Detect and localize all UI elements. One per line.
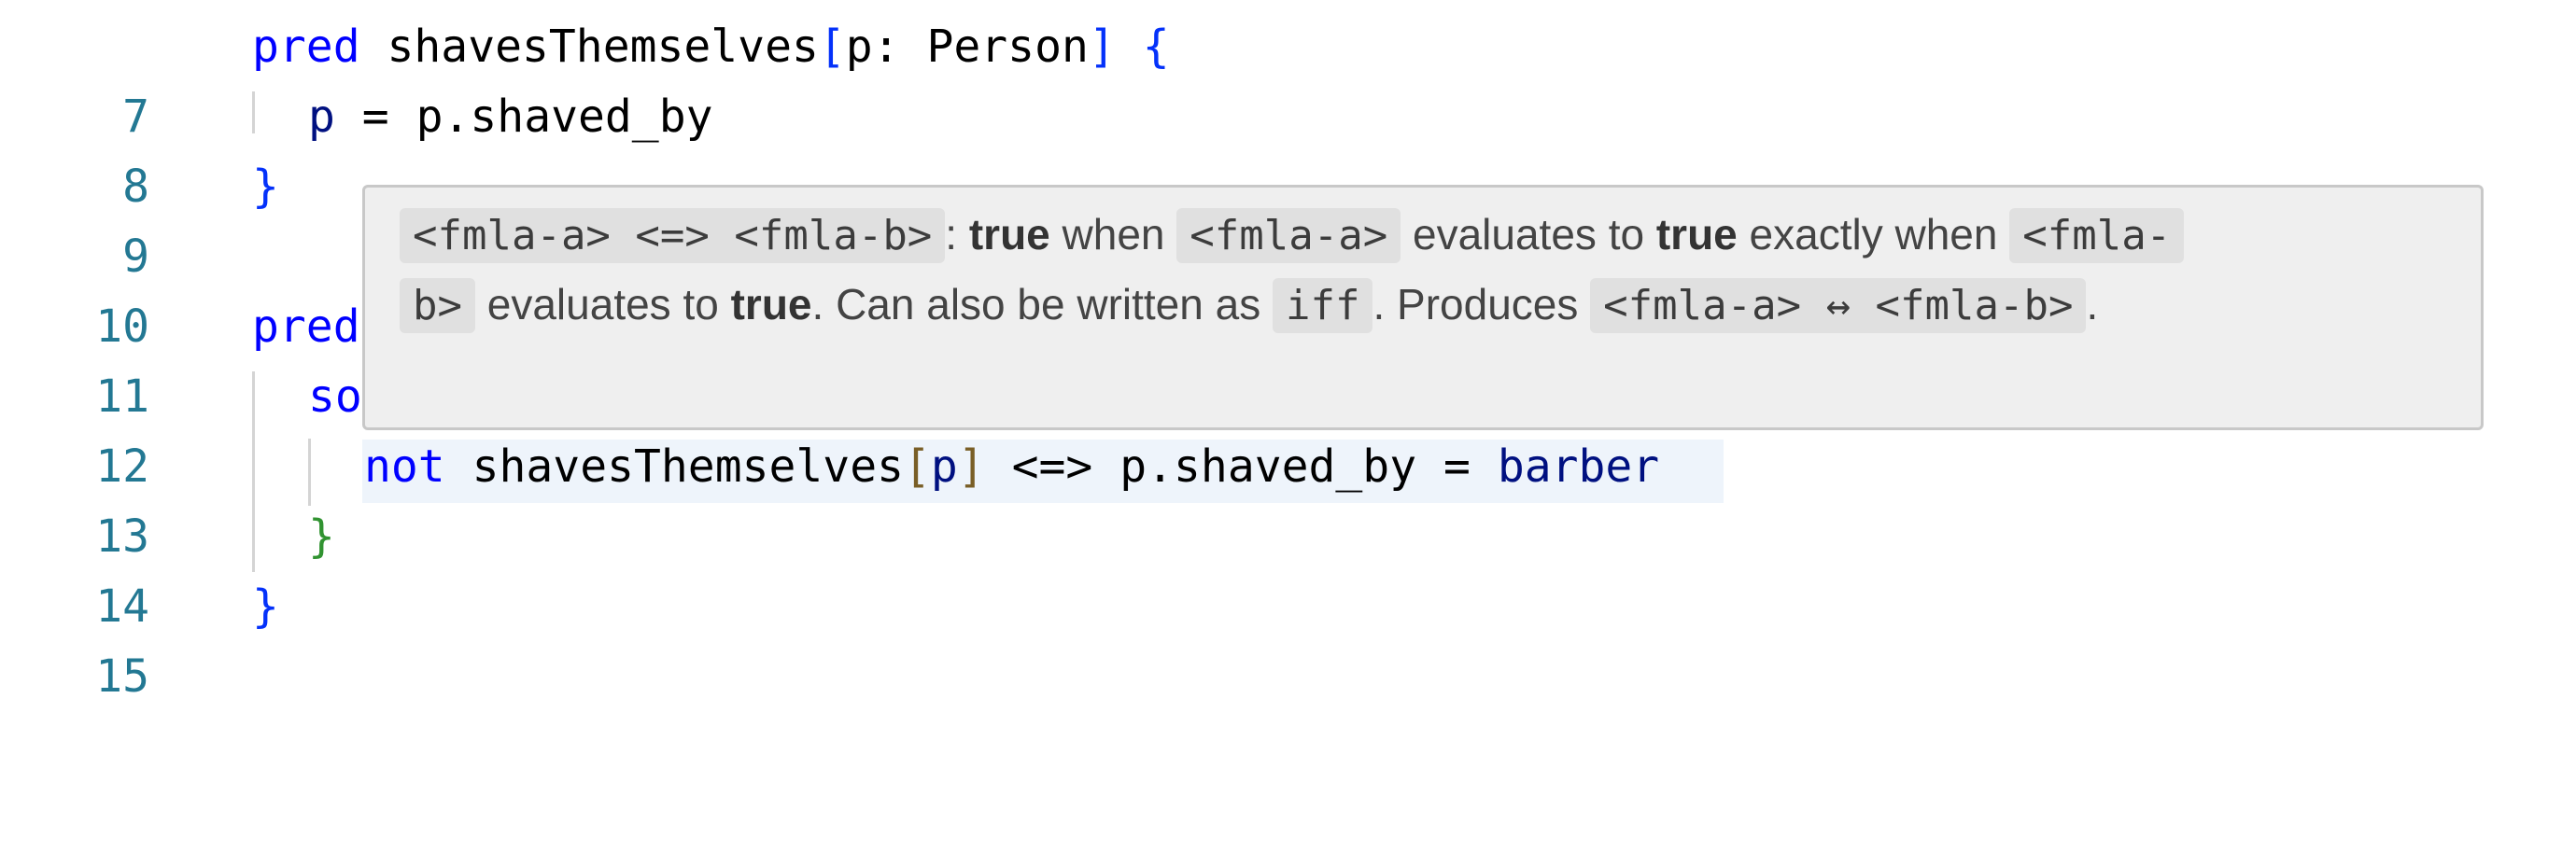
bracket: [ <box>818 21 846 73</box>
bracket: ] <box>1088 21 1116 73</box>
code-text: pred shavesThemselves[p: Person] { <box>252 12 1170 82</box>
code-line[interactable]: 7 pred shavesThemselves[p: Person] { <box>0 12 2576 143</box>
code-text: not shavesThemselves[p] <=> p.shaved_by … <box>364 432 1659 502</box>
code-line[interactable]: 15 } <box>0 572 2576 703</box>
keyword: not <box>364 440 445 493</box>
identifier: shavesThemselves <box>387 21 819 73</box>
parameter: p: Person <box>845 21 1089 73</box>
parameter: p <box>930 440 958 493</box>
tooltip-text: evaluates to <box>1413 210 1645 258</box>
code-line[interactable]: 14 } <box>0 502 2576 633</box>
code-line[interactable]: 8 p = p.shaved_by <box>0 82 2576 213</box>
brace: } <box>308 510 335 563</box>
bold-text: true <box>730 280 812 328</box>
keyword: pred <box>252 300 360 353</box>
tooltip-text: evaluates to <box>486 280 719 328</box>
code-chip: <fmla-a> ↔ <fmla-b> <box>1590 278 2087 333</box>
tooltip-text: . Produces <box>1372 280 1579 328</box>
tooltip-text: . <box>2086 280 2099 328</box>
identifier: barber <box>1497 440 1660 493</box>
tooltip-text: : <box>945 210 958 258</box>
code-editor[interactable]: 7 pred shavesThemselves[p: Person] { 8 p… <box>0 0 2576 703</box>
tooltip-text: when <box>1062 210 1165 258</box>
bold-text: true <box>1655 210 1738 258</box>
code-line[interactable]: 13 not shavesThemselves[p] <=> p.shaved_… <box>0 432 2576 563</box>
tooltip-text: exactly when <box>1749 210 1998 258</box>
hover-tooltip[interactable]: <fmla-a> <=> <fmla-b>: true when <fmla-a… <box>362 185 2484 430</box>
tooltip-line: <fmla-a> <=> <fmla-b>: true when <fmla-a… <box>400 208 2185 263</box>
identifier: p <box>308 91 335 143</box>
bold-text: true <box>968 210 1050 258</box>
expression: = p.shaved_by <box>334 91 713 143</box>
bracket: [ <box>903 440 931 493</box>
identifier: shavesThemselves <box>472 440 904 493</box>
code-chip: <fmla-a> <box>1176 208 1401 263</box>
tooltip-line: b> evaluates to true. Can also be writte… <box>400 278 2098 333</box>
code-chip: b> <box>400 278 475 333</box>
code-chip: iff <box>1272 278 1373 333</box>
brace: } <box>252 580 279 633</box>
bracket: ] <box>957 440 985 493</box>
operator: <=> <box>1011 440 1093 493</box>
keyword: pred <box>252 21 360 73</box>
tooltip-text: . Can also be written as <box>811 280 1261 328</box>
brace: { <box>1142 21 1170 73</box>
code-chip: <fmla-a> <=> <fmla-b> <box>400 208 946 263</box>
code-text: p = p.shaved_by <box>308 82 712 152</box>
expression: p.shaved_by = <box>1119 440 1471 493</box>
keyword: so <box>308 370 362 423</box>
code-chip: <fmla- <box>2009 208 2185 263</box>
line-number: 15 <box>95 650 149 703</box>
brace: } <box>252 161 279 213</box>
